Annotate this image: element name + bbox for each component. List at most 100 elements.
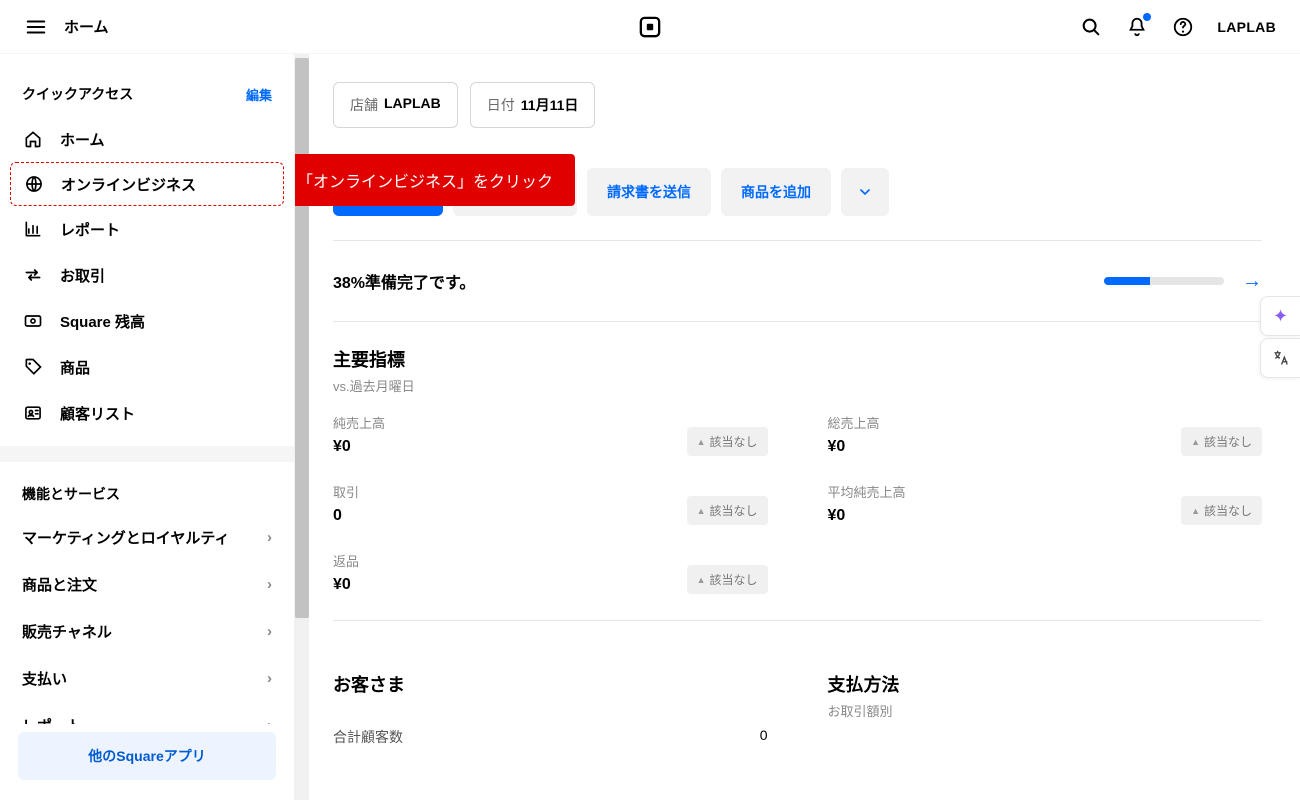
arrow-right-icon[interactable]: → bbox=[1242, 270, 1262, 293]
section-subtitle: お取引額別 bbox=[828, 701, 1263, 720]
filter-label: 店舗 bbox=[350, 95, 378, 115]
action-goto-balance[interactable]: 残高に移動 bbox=[333, 168, 443, 216]
nav-items[interactable]: 商品 bbox=[0, 344, 294, 390]
menu-icon[interactable] bbox=[24, 15, 48, 39]
feature-label: マーケティングとロイヤルティ bbox=[22, 527, 229, 548]
globe-icon bbox=[23, 173, 45, 195]
chart-icon bbox=[22, 218, 44, 240]
action-accept-payment[interactable]: 支払いの受付 bbox=[453, 168, 577, 216]
nav-transactions[interactable]: お取引 bbox=[0, 252, 294, 298]
metric-badge: 該当なし bbox=[687, 427, 768, 456]
customers-total-label: 合計顧客数 bbox=[333, 727, 403, 747]
quick-access-edit[interactable]: 編集 bbox=[246, 85, 272, 104]
section-title: 支払方法 bbox=[828, 671, 1263, 697]
nav-label: Square 残高 bbox=[60, 311, 145, 332]
feature-label: 販売チャネル bbox=[22, 621, 112, 642]
chevron-right-icon: › bbox=[267, 670, 272, 687]
metric-returns[interactable]: 返品 ¥0 該当なし bbox=[333, 551, 768, 594]
main-content: 「オンラインビジネス」をクリック 店舗 LAPLAB 日付 11月11日 残高に… bbox=[295, 54, 1300, 800]
nav-customers[interactable]: 顧客リスト bbox=[0, 390, 294, 436]
payment-method-section: 支払方法 お取引額別 bbox=[828, 671, 1263, 747]
translate-button[interactable] bbox=[1260, 338, 1300, 378]
sidebar-divider bbox=[0, 446, 294, 462]
divider bbox=[333, 620, 1262, 621]
nav-label: オンラインビジネス bbox=[61, 174, 196, 195]
customers-section: お客さま 合計顧客数 0 bbox=[333, 671, 768, 747]
metric-name: 取引 bbox=[333, 482, 359, 501]
search-icon[interactable] bbox=[1079, 15, 1103, 39]
metric-badge: 該当なし bbox=[1181, 496, 1262, 525]
help-icon[interactable] bbox=[1171, 15, 1195, 39]
transfer-icon bbox=[22, 264, 44, 286]
translate-icon bbox=[1272, 349, 1290, 367]
topbar: ホーム LAPLAB bbox=[0, 0, 1300, 54]
setup-progress[interactable]: 38%準備完了です。 → bbox=[333, 241, 1262, 321]
feature-payments[interactable]: 支払い › bbox=[0, 655, 294, 702]
notification-dot bbox=[1143, 13, 1151, 21]
filter-value: 11月11日 bbox=[521, 95, 579, 115]
metric-transactions[interactable]: 取引 0 該当なし bbox=[333, 482, 768, 525]
metric-name: 総売上高 bbox=[828, 413, 880, 432]
nav-label: お取引 bbox=[60, 265, 105, 286]
feature-channels[interactable]: 販売チャネル › bbox=[0, 608, 294, 655]
metric-badge: 該当なし bbox=[687, 565, 768, 594]
chevron-right-icon: › bbox=[267, 623, 272, 640]
metric-avg-net[interactable]: 平均純売上高 ¥0 該当なし bbox=[828, 482, 1263, 525]
nav-reports[interactable]: レポート bbox=[0, 206, 294, 252]
logo[interactable] bbox=[639, 16, 661, 38]
sidebar: クイックアクセス 編集 ホーム オンラインビジネス レポート お取引 bbox=[0, 54, 295, 800]
nav-home[interactable]: ホーム bbox=[0, 116, 294, 162]
action-more[interactable] bbox=[841, 168, 889, 216]
money-icon bbox=[22, 310, 44, 332]
filter-date[interactable]: 日付 11月11日 bbox=[470, 82, 596, 128]
metric-value: ¥0 bbox=[333, 438, 385, 456]
metric-value: 0 bbox=[333, 507, 359, 525]
metric-value: ¥0 bbox=[828, 507, 906, 525]
metric-value: ¥0 bbox=[333, 576, 359, 594]
nav-label: 商品 bbox=[60, 357, 90, 378]
progress-bar bbox=[1104, 277, 1224, 285]
chevron-right-icon: › bbox=[267, 529, 272, 546]
progress-label: 38%準備完了です。 bbox=[333, 269, 475, 293]
quick-access-title: クイックアクセス bbox=[22, 84, 133, 104]
metric-net-sales[interactable]: 純売上高 ¥0 該当なし bbox=[333, 413, 768, 456]
feature-label: 商品と注文 bbox=[22, 574, 97, 595]
home-icon bbox=[22, 128, 44, 150]
metric-name: 平均純売上高 bbox=[828, 482, 906, 501]
metric-name: 返品 bbox=[333, 551, 359, 570]
section-title: お客さま bbox=[333, 671, 768, 697]
metric-gross-sales[interactable]: 総売上高 ¥0 該当なし bbox=[828, 413, 1263, 456]
nav-label: レポート bbox=[60, 219, 120, 240]
metric-name: 純売上高 bbox=[333, 413, 385, 432]
metric-value: ¥0 bbox=[828, 438, 880, 456]
contacts-icon bbox=[22, 402, 44, 424]
page-title: ホーム bbox=[64, 16, 109, 37]
feature-marketing[interactable]: マーケティングとロイヤルティ › bbox=[0, 514, 294, 561]
feature-items-orders[interactable]: 商品と注文 › bbox=[0, 561, 294, 608]
chevron-down-icon bbox=[857, 184, 873, 200]
metric-badge: 該当なし bbox=[1181, 427, 1262, 456]
feature-label: 支払い bbox=[22, 668, 67, 689]
action-send-invoice[interactable]: 請求書を送信 bbox=[587, 168, 711, 216]
sparkle-icon: ✦ bbox=[1273, 306, 1288, 327]
chevron-right-icon: › bbox=[267, 576, 272, 593]
tag-icon bbox=[22, 356, 44, 378]
customers-total-value: 0 bbox=[760, 727, 768, 747]
filter-label: 日付 bbox=[487, 95, 515, 115]
account-menu[interactable]: LAPLAB bbox=[1217, 19, 1276, 35]
nav-label: ホーム bbox=[60, 129, 105, 150]
bell-icon[interactable] bbox=[1125, 15, 1149, 39]
ai-assist-button[interactable]: ✦ bbox=[1260, 296, 1300, 336]
filter-store[interactable]: 店舗 LAPLAB bbox=[333, 82, 458, 128]
nav-balance[interactable]: Square 残高 bbox=[0, 298, 294, 344]
nav-online-business[interactable]: オンラインビジネス bbox=[10, 162, 284, 206]
metric-badge: 該当なし bbox=[687, 496, 768, 525]
filter-value: LAPLAB bbox=[384, 95, 441, 115]
metrics-title: 主要指標 bbox=[333, 346, 1262, 372]
metrics-subtitle: vs.過去月曜日 bbox=[333, 376, 1262, 395]
action-add-item[interactable]: 商品を追加 bbox=[721, 168, 831, 216]
nav-label: 顧客リスト bbox=[60, 403, 135, 424]
progress-fill bbox=[1104, 277, 1150, 285]
other-apps-button[interactable]: 他のSquareアプリ bbox=[18, 732, 276, 780]
features-title: 機能とサービス bbox=[0, 466, 294, 514]
